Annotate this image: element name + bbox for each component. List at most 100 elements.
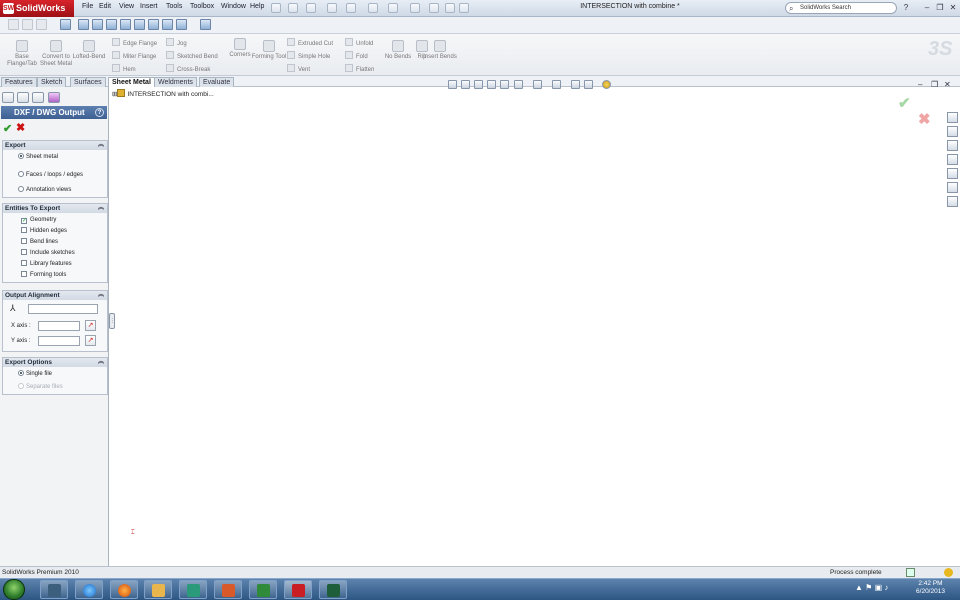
help-button[interactable]: ?: [95, 108, 104, 117]
cross-break-button[interactable]: Cross-Break: [166, 64, 210, 74]
normal-to-icon[interactable]: [60, 19, 71, 30]
flatten-button[interactable]: Flatten: [345, 64, 374, 74]
checkbox-forming-tools[interactable]: Forming tools: [21, 271, 66, 279]
checkbox-geometry[interactable]: ✓ Geometry: [21, 216, 56, 224]
insert-bends-button[interactable]: Insert Bends: [420, 40, 460, 61]
help-icon[interactable]: ?: [901, 3, 911, 12]
taskbar-excel-app[interactable]: [249, 580, 277, 599]
menu-tools[interactable]: Tools: [166, 3, 182, 10]
radio-single-file[interactable]: Single file: [18, 370, 52, 378]
search-input[interactable]: ⌕ SolidWorks Search: [785, 2, 897, 14]
unfold-button[interactable]: Unfold: [345, 38, 373, 48]
reverse-y-direction-icon[interactable]: ↗: [85, 335, 96, 346]
design-library-icon[interactable]: [947, 126, 958, 137]
menu-view[interactable]: View: [119, 3, 134, 10]
volume-icon[interactable]: ♪: [884, 583, 888, 592]
menu-toolbox[interactable]: Toolbox: [190, 3, 214, 10]
doc-close-icon[interactable]: ✕: [944, 80, 951, 89]
jog-button[interactable]: Jog: [166, 38, 187, 48]
redo-icon[interactable]: [388, 3, 398, 13]
menu-window[interactable]: Window: [221, 3, 246, 10]
undo-icon[interactable]: [368, 3, 378, 13]
simple-hole-button[interactable]: Simple Hole: [287, 51, 330, 61]
save-icon[interactable]: [327, 3, 337, 13]
collapse-icon[interactable]: ︽: [98, 141, 104, 150]
alignment-group-header[interactable]: Output Alignment ︽: [3, 291, 107, 300]
graphics-area[interactable]: [110, 87, 960, 566]
collapse-icon[interactable]: ︽: [98, 358, 104, 367]
view-settings-icon[interactable]: [602, 80, 611, 89]
copy-icon[interactable]: [8, 19, 19, 30]
panel-splitter-handle[interactable]: ⋮: [109, 313, 115, 329]
property-manager-icon[interactable]: [17, 92, 29, 103]
vent-button[interactable]: Vent: [287, 64, 310, 74]
radio-sheet-metal[interactable]: Sheet metal: [18, 153, 58, 161]
rebuild-icon[interactable]: [429, 3, 439, 13]
ok-check-icon[interactable]: ✔: [3, 122, 12, 135]
tab-surfaces[interactable]: Surfaces: [70, 77, 106, 87]
doc-restore-icon[interactable]: ❐: [931, 80, 938, 89]
checkbox-include-sketches[interactable]: Include sketches: [21, 249, 75, 257]
entities-group-header[interactable]: Entities To Export ︽: [3, 204, 107, 213]
view-top-icon[interactable]: [134, 19, 145, 30]
pin-menu-icon[interactable]: [271, 3, 281, 13]
edge-flange-button[interactable]: Edge Flange: [112, 38, 157, 48]
select-icon[interactable]: [410, 3, 420, 13]
taskbar-folder-app[interactable]: [144, 580, 172, 599]
taskbar-ie-app[interactable]: [75, 580, 103, 599]
menu-insert[interactable]: Insert: [140, 3, 158, 10]
flag-icon[interactable]: ⚑: [865, 583, 872, 592]
menu-help[interactable]: Help: [250, 3, 264, 10]
appearances-icon[interactable]: [947, 182, 958, 193]
view-front-icon[interactable]: [78, 19, 89, 30]
view-isometric-icon[interactable]: [162, 19, 173, 30]
paste-icon[interactable]: [22, 19, 33, 30]
previous-view-icon[interactable]: [474, 80, 483, 89]
apply-scene-icon[interactable]: [584, 80, 593, 89]
doc-minimize-icon[interactable]: –: [918, 80, 922, 89]
minimize-icon[interactable]: –: [922, 3, 932, 12]
taskbar-project-app[interactable]: [319, 580, 347, 599]
measure-icon[interactable]: [200, 19, 211, 30]
reverse-x-direction-icon[interactable]: ↗: [85, 320, 96, 331]
checkbox-library-features[interactable]: Library features: [21, 260, 72, 268]
view-back-icon[interactable]: [92, 19, 103, 30]
view-left-icon[interactable]: [106, 19, 117, 30]
clock[interactable]: 2:42 PM 6/20/2013: [903, 580, 958, 596]
x-axis-field[interactable]: [38, 321, 80, 331]
taskbar-solidworks-app[interactable]: [284, 580, 312, 599]
zoom-to-fit-icon[interactable]: [448, 80, 457, 89]
radio-faces-loops-edges[interactable]: Faces / loops / edges: [18, 171, 83, 179]
collapse-icon[interactable]: ︽: [98, 204, 104, 213]
y-axis-field[interactable]: [38, 336, 80, 346]
cancel-x-icon[interactable]: ✖: [16, 121, 25, 134]
miter-flange-button[interactable]: Miter Flange: [112, 51, 156, 61]
view-bottom-icon[interactable]: [148, 19, 159, 30]
feature-manager-icon[interactable]: [2, 92, 14, 103]
collapse-icon[interactable]: ︽: [98, 291, 104, 300]
view-orientation-icon[interactable]: [514, 80, 523, 89]
dimxpert-manager-icon[interactable]: [48, 92, 60, 103]
file-explorer-icon[interactable]: [947, 140, 958, 151]
restore-icon[interactable]: ❐: [935, 3, 945, 12]
solidworks-resources-icon[interactable]: [947, 112, 958, 123]
radio-annotation-views[interactable]: Annotation views: [18, 186, 71, 194]
help-status-icon[interactable]: [906, 568, 915, 577]
export-options-header[interactable]: Export Options ︽: [3, 358, 107, 367]
confirm-check-icon[interactable]: ✔: [898, 94, 911, 112]
close-icon[interactable]: ✕: [948, 3, 958, 12]
hide-show-items-icon[interactable]: [552, 80, 561, 89]
tab-evaluate[interactable]: Evaluate: [199, 77, 235, 87]
tab-sheet-metal[interactable]: Sheet Metal: [108, 77, 155, 87]
custom-properties-icon[interactable]: [947, 196, 958, 207]
fold-button[interactable]: Fold: [345, 51, 368, 61]
tab-features[interactable]: Features: [1, 77, 37, 87]
file-properties-icon[interactable]: [445, 3, 455, 13]
lofted-bend-button[interactable]: Lofted-Bend: [69, 40, 109, 61]
zoom-to-area-icon[interactable]: [461, 80, 470, 89]
new-document-icon[interactable]: [288, 3, 298, 13]
print-icon[interactable]: [346, 3, 356, 13]
taskbar-firefox-app[interactable]: [110, 580, 138, 599]
dynamic-annotation-icon[interactable]: [500, 80, 509, 89]
solidworks-logo[interactable]: SW SolidWorks: [0, 0, 74, 17]
